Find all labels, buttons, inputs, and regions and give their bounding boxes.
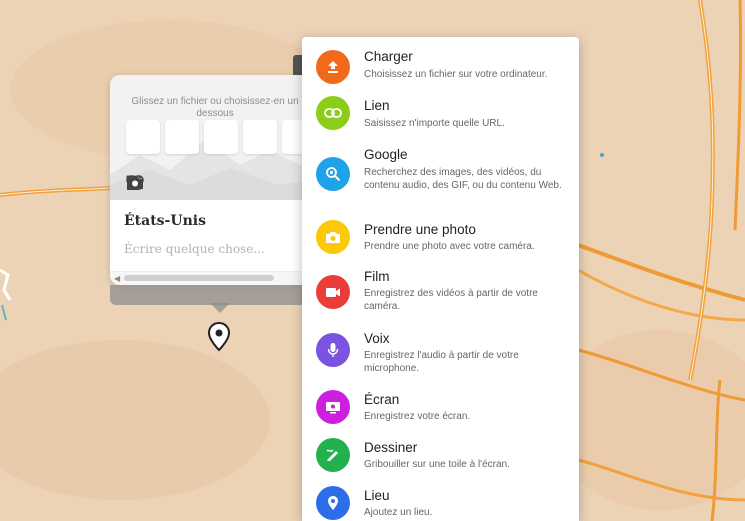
scroll-left-icon[interactable]: ◀ xyxy=(114,274,120,283)
draw-icon xyxy=(316,438,350,472)
post-body-input[interactable]: Écrire quelque chose... xyxy=(124,242,265,256)
card-footer-shadow xyxy=(110,285,330,305)
menu-item-video[interactable]: Film Enregistrez des vidéos à partir de … xyxy=(302,269,579,319)
menu-item-label: Lien xyxy=(364,98,390,113)
location-pin-icon xyxy=(316,486,350,520)
camera-icon xyxy=(316,220,350,254)
menu-item-description: Recherchez des images, des vidéos, du co… xyxy=(364,167,562,191)
upload-icon xyxy=(316,50,350,84)
menu-item-screen[interactable]: Écran Enregistrez votre écran. xyxy=(302,390,579,442)
menu-item-label: Dessiner xyxy=(364,440,418,455)
menu-item-label: Film xyxy=(364,269,390,284)
link-icon xyxy=(316,96,350,130)
card-pointer xyxy=(210,303,230,313)
more-icon xyxy=(126,175,142,179)
menu-item-google[interactable]: Google Recherchez des images, des vidéos… xyxy=(302,142,579,208)
post-title[interactable]: États-Unis xyxy=(124,213,206,229)
google-search-icon xyxy=(316,157,350,191)
menu-item-voice[interactable]: Voix Enregistrez l'audio à partir de vot… xyxy=(302,331,579,381)
drop-hint: Glissez un fichier ou choisissez-en un d… xyxy=(131,96,299,119)
menu-item-label: Charger xyxy=(364,49,413,64)
menu-item-description: Choisissez un fichier sur votre ordinate… xyxy=(364,69,548,80)
menu-item-label: Google xyxy=(364,147,408,162)
menu-item-label: Écran xyxy=(364,392,400,407)
menu-item-location[interactable]: Lieu Ajoutez un lieu. xyxy=(302,486,579,521)
link-button[interactable] xyxy=(126,120,199,185)
video-camera-icon xyxy=(316,275,350,309)
scrollbar-thumb[interactable] xyxy=(124,275,274,281)
menu-item-upload[interactable]: Charger Choisissez un fichier sur votre … xyxy=(302,45,579,95)
menu-item-description: Enregistrez votre écran. xyxy=(364,411,471,422)
menu-item-description: Enregistrez des vidéos à partir de votre… xyxy=(364,288,538,312)
screen-record-icon xyxy=(316,390,350,424)
post-card: Glissez un fichier ou choisissez-en un d… xyxy=(110,75,310,285)
camera-button[interactable] xyxy=(127,120,277,189)
map-pin-icon[interactable] xyxy=(207,322,231,352)
menu-item-label: Prendre une photo xyxy=(364,222,476,237)
upload-button[interactable] xyxy=(126,120,160,190)
search-button[interactable] xyxy=(127,120,238,191)
menu-item-description: Gribouiller sur une toile à l'écran. xyxy=(364,459,510,470)
attachment-toolbar xyxy=(126,120,310,191)
menu-item-description: Prendre une photo avec votre caméra. xyxy=(364,241,535,252)
menu-item-label: Lieu xyxy=(364,488,390,503)
attachment-dropzone[interactable]: Glissez un fichier ou choisissez-en un d… xyxy=(110,75,310,200)
horizontal-scrollbar[interactable]: ◀ xyxy=(110,271,310,285)
attachment-menu: Charger Choisissez un fichier sur votre … xyxy=(302,37,579,521)
menu-item-description: Ajoutez un lieu. xyxy=(364,507,433,518)
menu-item-label: Voix xyxy=(364,331,390,346)
menu-item-description: Saisissez n'importe quelle URL. xyxy=(364,118,505,129)
menu-item-draw[interactable]: Dessiner Gribouiller sur une toile à l'é… xyxy=(302,438,579,490)
menu-item-description: Enregistrez l'audio à partir de votre mi… xyxy=(364,350,519,374)
microphone-icon xyxy=(316,333,350,367)
menu-item-take-photo[interactable]: Prendre une photo Prendre une photo avec… xyxy=(302,218,579,268)
menu-item-link[interactable]: Lien Saisissez n'importe quelle URL. xyxy=(302,94,579,144)
